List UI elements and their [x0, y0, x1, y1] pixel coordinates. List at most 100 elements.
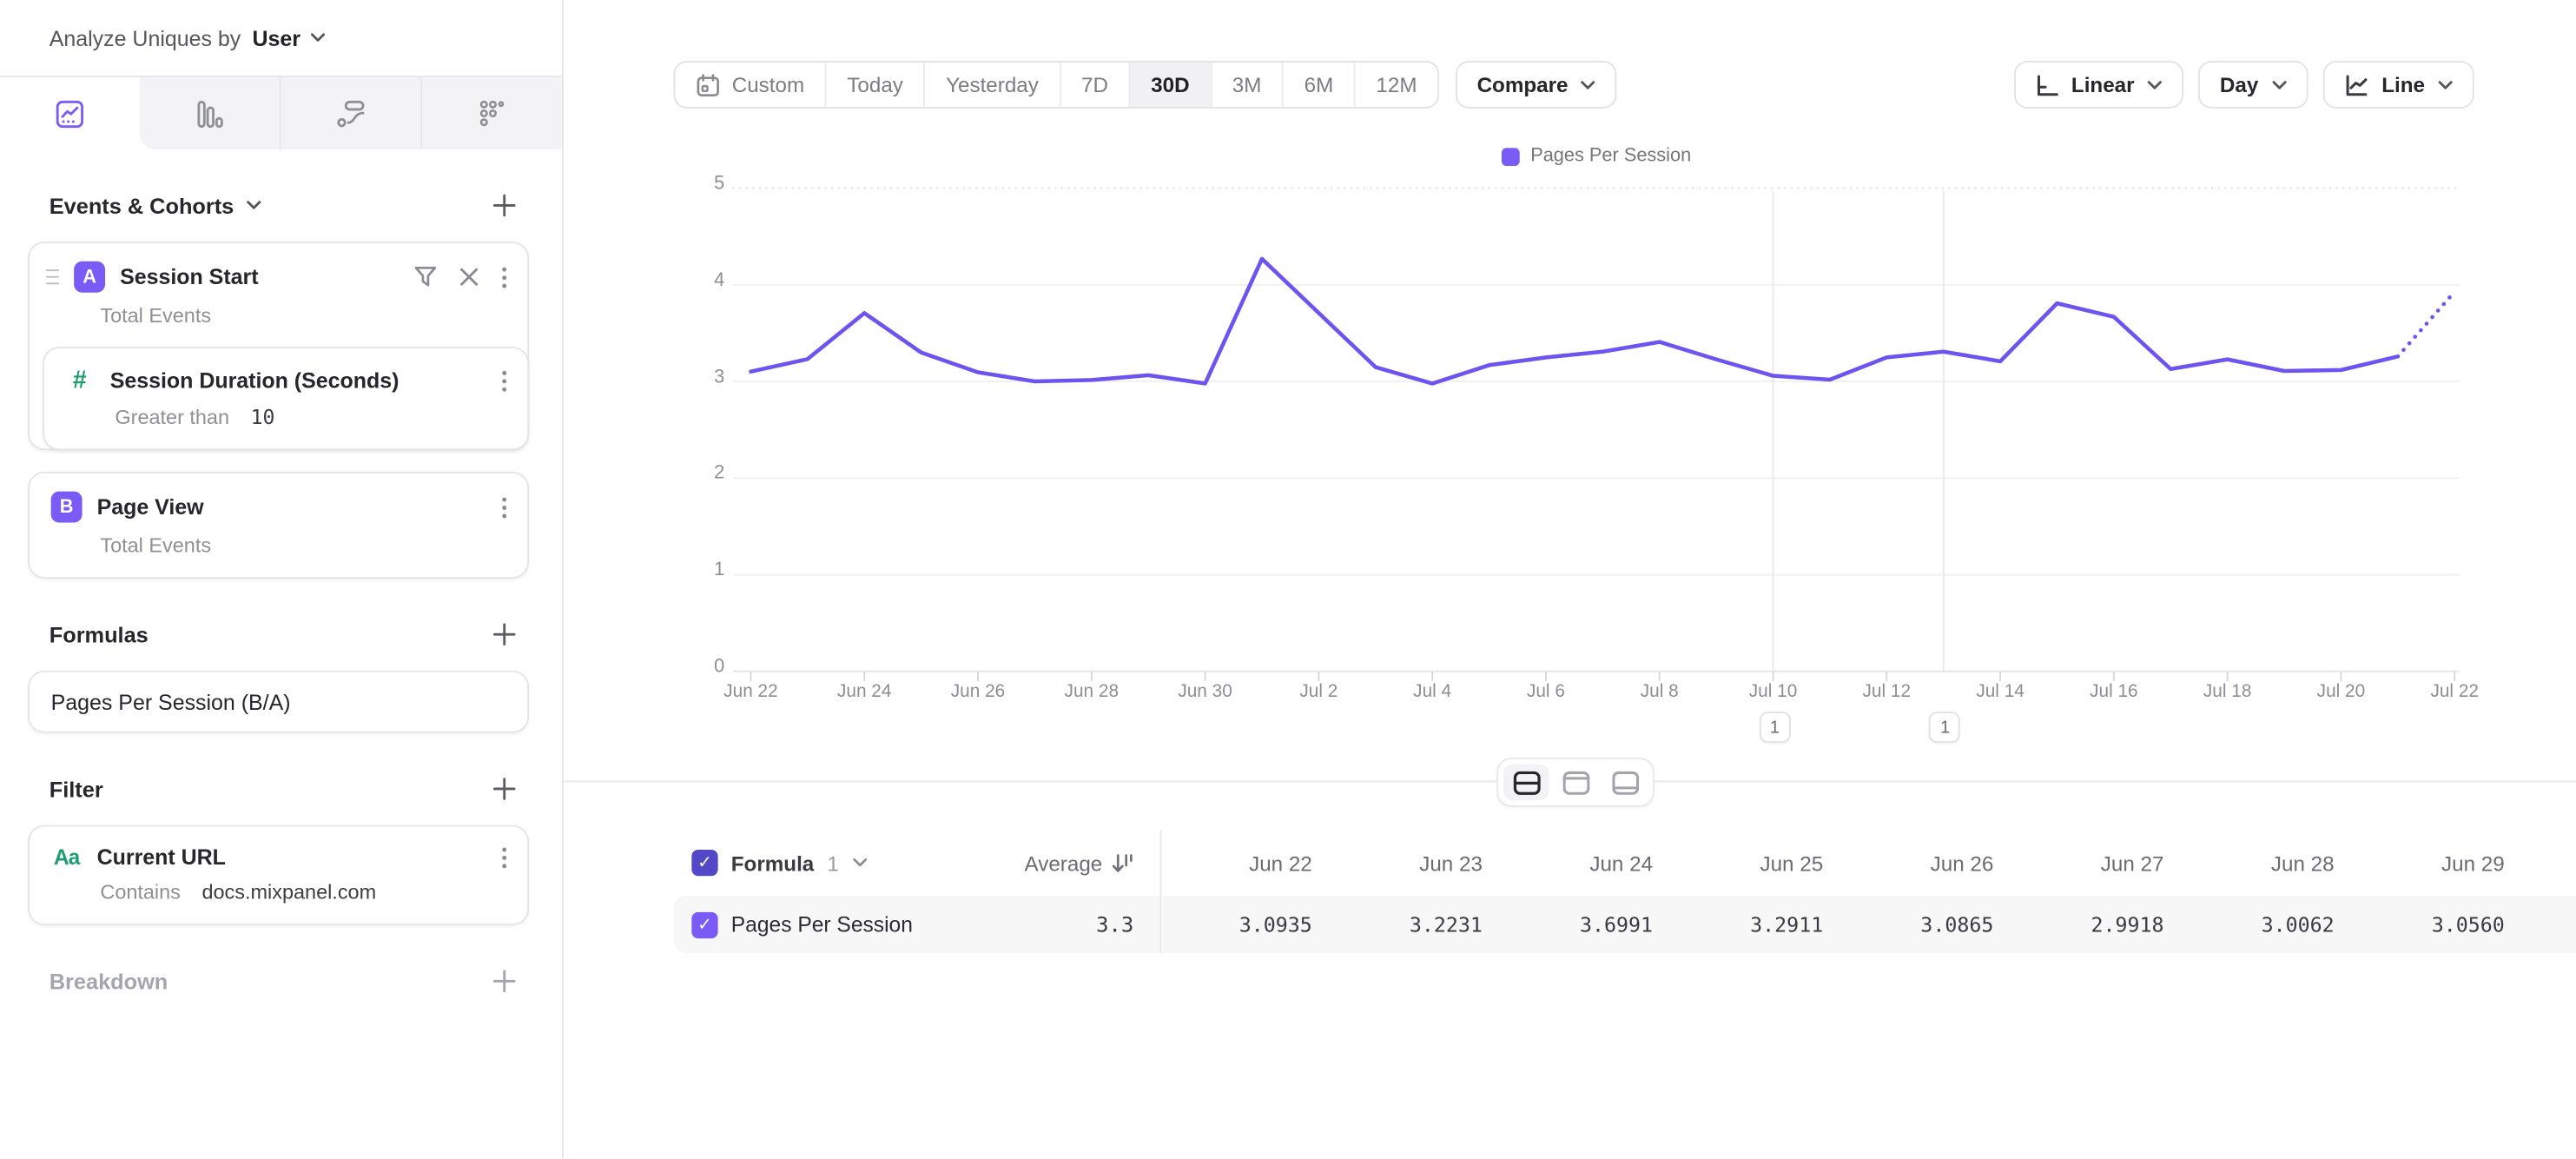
event-measure[interactable]: Total Events	[100, 304, 527, 327]
x-tick-label: Jul 6	[1527, 682, 1565, 702]
y-tick-label: 2	[654, 464, 724, 484]
entity-value: User	[252, 25, 300, 50]
legend-swatch	[1501, 147, 1519, 165]
y-tick-label: 0	[654, 658, 724, 678]
formula-card[interactable]: Pages Per Session (B/A)	[28, 671, 529, 733]
split-view-icon	[1512, 770, 1540, 794]
table-row-label-cell[interactable]: ✓ Pages Per Session 3.3	[674, 896, 1162, 953]
property-name[interactable]: Session Duration (Seconds)	[110, 368, 400, 393]
date-column-header: Jun 24	[1503, 830, 1673, 896]
kebab-menu-icon	[501, 265, 508, 288]
date-column-header: Jun 26	[1843, 830, 2013, 896]
filter-options-button[interactable]	[501, 845, 508, 868]
x-tick-label: Jul 2	[1299, 682, 1338, 702]
chevron-down-icon	[1582, 80, 1596, 89]
sort-descending-icon[interactable]	[1111, 852, 1133, 874]
y-tick-label: 3	[654, 368, 724, 387]
flows-icon	[337, 99, 365, 127]
range-30d[interactable]: 30D	[1129, 63, 1211, 107]
formulas-title: Formulas	[50, 622, 149, 646]
events-cohorts-header: Events & Cohorts	[50, 190, 529, 220]
table-value-cell[interactable]: 2.9918	[2013, 896, 2183, 953]
event-name[interactable]: Page View	[97, 494, 204, 519]
view-toggle-group	[1496, 758, 1655, 807]
table-value-cell[interactable]: 3.0062	[2183, 896, 2354, 953]
chevron-down-icon[interactable]	[247, 201, 261, 210]
add-breakdown-button[interactable]	[490, 966, 519, 996]
add-filter-button[interactable]	[490, 774, 519, 804]
filter-operator[interactable]: Contains	[100, 881, 181, 904]
event-name[interactable]: Session Start	[120, 265, 258, 289]
x-tick-label: Jun 26	[951, 682, 1005, 702]
split-view-toggle[interactable]	[1503, 765, 1549, 801]
chevron-down-icon	[310, 33, 325, 43]
property-options-button[interactable]	[501, 369, 508, 392]
compare-button[interactable]: Compare	[1456, 61, 1617, 109]
range-6m[interactable]: 6M	[1282, 63, 1354, 107]
y-tick-label: 5	[654, 175, 724, 195]
series-name: Pages Per Session	[731, 912, 913, 937]
chart-only-toggle[interactable]	[1553, 765, 1599, 801]
date-column-header: Jun 29	[2354, 830, 2524, 896]
filter-value[interactable]: docs.mixpanel.com	[201, 881, 376, 904]
annotation-badge[interactable]: 1	[1759, 712, 1790, 743]
event-options-button[interactable]	[501, 265, 508, 288]
legend-label: Pages Per Session	[1530, 146, 1691, 166]
event-card-page-view: B Page View Total Events	[28, 472, 529, 579]
range-3m[interactable]: 3M	[1210, 63, 1282, 107]
event-row[interactable]: B Page View	[30, 474, 527, 523]
table-value-cell[interactable]: 3.6991	[1503, 896, 1673, 953]
drag-handle-icon[interactable]	[46, 268, 59, 285]
event-row[interactable]: A Session Start	[30, 243, 527, 293]
table-value-cell[interactable]: 3.0935	[1161, 896, 1331, 953]
query-sections: Events & Cohorts A Session Start	[0, 190, 562, 996]
tab-flows[interactable]	[280, 77, 421, 149]
query-builder-sidebar: Analyze Uniques by User	[0, 0, 564, 1159]
tab-insights[interactable]	[0, 77, 140, 149]
tab-bar-chart[interactable]	[140, 77, 280, 149]
event-options-button[interactable]	[501, 495, 508, 518]
range-7d[interactable]: 7D	[1060, 63, 1129, 107]
table-value-cell[interactable]: 3.0865	[1843, 896, 2013, 953]
chart-type-dropdown[interactable]: Line	[2322, 61, 2474, 109]
filter-row[interactable]: Aa Current URL	[30, 826, 527, 869]
insights-line-chart-icon	[56, 99, 83, 127]
range-today[interactable]: Today	[825, 63, 924, 107]
filter-property-name[interactable]: Current URL	[97, 844, 226, 869]
date-column-header: Jun 23	[1331, 830, 1502, 896]
tab-retention[interactable]	[420, 77, 562, 149]
add-formula-button[interactable]	[490, 619, 519, 649]
date-column-header: Jun 25	[1673, 830, 1843, 896]
series-group-label[interactable]: Formula	[731, 851, 814, 875]
filter-event-button[interactable]	[414, 266, 437, 288]
table-value-cell[interactable]: 3.2911	[1673, 896, 1843, 953]
range-12m[interactable]: 12M	[1354, 63, 1437, 107]
select-all-checkbox[interactable]: ✓	[691, 850, 717, 876]
x-tick-label: Jun 30	[1178, 682, 1232, 702]
granularity-dropdown[interactable]: Day	[2198, 61, 2308, 109]
event-measure[interactable]: Total Events	[100, 534, 527, 557]
table-only-toggle[interactable]	[1602, 765, 1648, 801]
analyze-entity-dropdown[interactable]: User	[252, 25, 325, 50]
chevron-down-icon[interactable]	[852, 858, 867, 867]
add-event-button[interactable]	[490, 190, 519, 220]
kebab-menu-icon	[501, 369, 508, 392]
analyze-uniques-label: Analyze Uniques by	[50, 25, 241, 50]
average-column-header[interactable]: Average	[1025, 851, 1103, 875]
plus-icon	[492, 970, 515, 992]
range-yesterday[interactable]: Yesterday	[924, 63, 1060, 107]
range-custom[interactable]: Custom	[675, 63, 824, 107]
operator-label[interactable]: Greater than	[115, 406, 229, 428]
operator-value[interactable]: 10	[251, 406, 275, 428]
x-tick-label: Jul 8	[1641, 682, 1679, 702]
table-value-cell[interactable]: 3.0560	[2354, 896, 2524, 953]
date-column-header: Jun 27	[2013, 830, 2183, 896]
date-column-header: Jun 22	[1161, 830, 1331, 896]
value-scale-dropdown[interactable]: Linear	[2014, 61, 2184, 109]
remove-event-button[interactable]	[460, 268, 479, 286]
row-checkbox[interactable]: ✓	[691, 911, 717, 937]
x-tick-label: Jun 22	[723, 682, 777, 702]
line-chart-plot[interactable]	[733, 188, 2460, 684]
table-value-cell[interactable]: 3.2231	[1331, 896, 1502, 953]
annotation-badge[interactable]: 1	[1930, 712, 1961, 743]
